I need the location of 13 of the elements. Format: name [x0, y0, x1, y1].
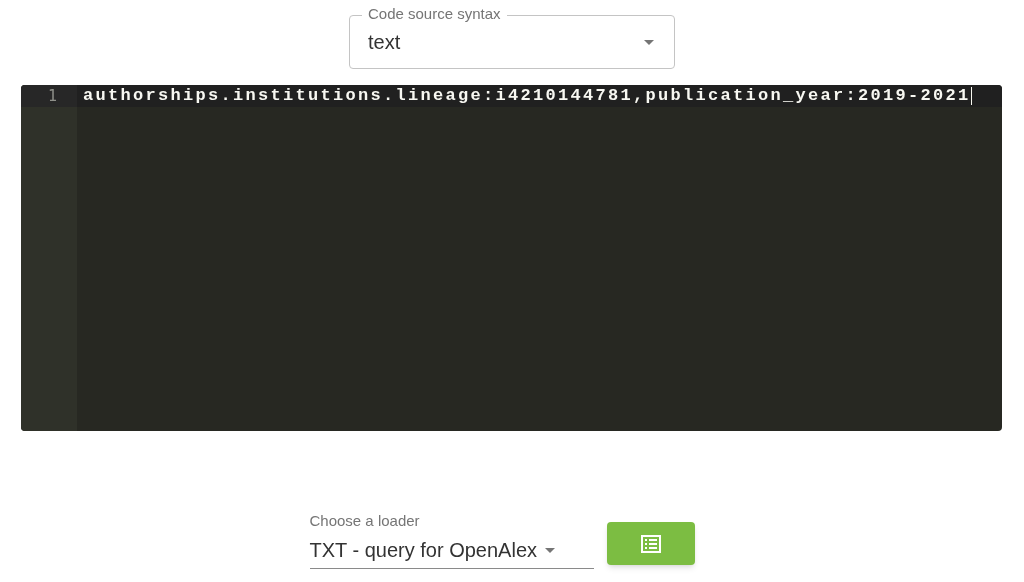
line-number: 1 — [47, 85, 57, 107]
select-label: Code source syntax — [362, 5, 507, 23]
list-icon — [640, 534, 661, 553]
loader-select[interactable]: Choose a loader TXT - query for OpenAlex — [309, 512, 594, 569]
load-button[interactable] — [606, 522, 695, 565]
select-label: Choose a loader — [309, 512, 421, 530]
text-cursor — [970, 87, 972, 105]
caret-icon — [545, 547, 555, 553]
code-editor[interactable]: 1 authorships.institutions.lineage:i4210144781,publication_year:2019-2021 — [21, 85, 1002, 431]
code-line: authorships.institutions.lineage:i4210144781,publication_year:2019-2021 — [83, 85, 971, 108]
select-value: TXT - query for OpenAlex — [309, 538, 537, 562]
select-value: text — [368, 30, 401, 55]
caret-icon — [644, 39, 654, 45]
